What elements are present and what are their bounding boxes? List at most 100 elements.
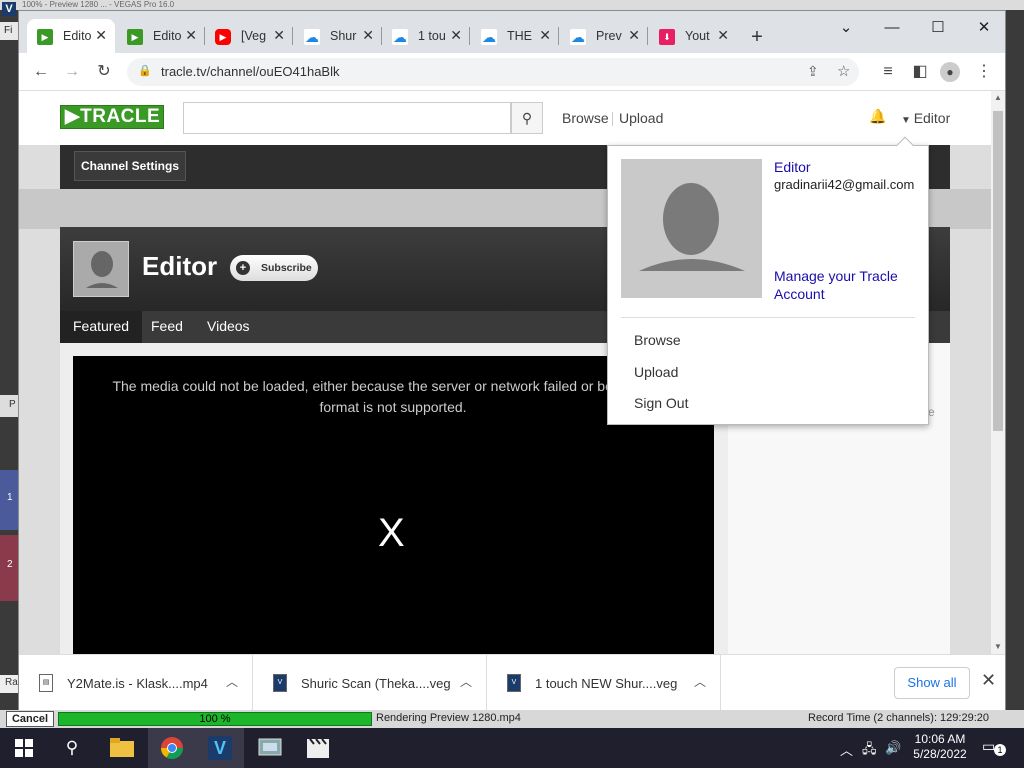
nav-upload-link[interactable]: Upload (619, 110, 663, 126)
sidebar-text-fragment: e (928, 405, 935, 419)
search-icon[interactable]: ⚲ (48, 728, 96, 768)
windows-taskbar: ⚲ V ︿ 🖧 🔊 10:06 AM 5/28/2022 ▭ 1 (0, 728, 1024, 768)
close-tab-icon[interactable]: ✕ (95, 27, 107, 44)
reload-icon[interactable]: ↻ (92, 61, 116, 83)
network-app-icon[interactable] (246, 728, 294, 768)
dropdown-sign-out[interactable]: Sign Out (634, 395, 688, 411)
browser-tab[interactable]: ☁ Prev ✕ (560, 19, 648, 53)
show-all-downloads-button[interactable]: Show all (894, 667, 970, 699)
bookmark-star-icon[interactable]: ☆ (837, 62, 850, 80)
profile-avatar-icon[interactable]: ● (940, 62, 960, 82)
vegas-taskbar-icon[interactable]: V (196, 728, 244, 768)
veg-file-icon: V (273, 674, 287, 692)
clock-date: 5/28/2022 (913, 747, 967, 761)
clapperboard-icon[interactable] (294, 728, 342, 768)
browser-tab[interactable]: ▶ Edito ✕ (27, 19, 115, 53)
network-icon[interactable]: 🖧 (862, 740, 877, 762)
vegas-logo-icon: V (2, 2, 16, 16)
dropdown-upload[interactable]: Upload (634, 364, 678, 380)
channel-avatar (73, 241, 129, 297)
notification-icon[interactable]: ▭ 1 (982, 738, 1006, 758)
scrollbar-thumb[interactable] (993, 111, 1003, 431)
user-dropdown: Editor gradinarii42@gmail.com Manage you… (607, 136, 929, 425)
downloads-bar: ▤ Y2Mate.is - Klask....mp4 ︿ V Shuric Sc… (19, 654, 1005, 712)
download-item[interactable]: V 1 touch NEW Shur....veg ︿ (487, 655, 721, 712)
browser-tab[interactable]: ☁ THE ✕ (471, 19, 559, 53)
start-button[interactable] (0, 728, 48, 768)
browser-tab[interactable]: ▶ [Veg ✕ (205, 19, 293, 53)
download-item[interactable]: ▤ Y2Mate.is - Klask....mp4 ︿ (19, 655, 253, 712)
tab-videos[interactable]: Videos (194, 311, 263, 343)
tab-search-icon[interactable]: ⌄ (823, 15, 869, 41)
close-icon[interactable]: ✕ (981, 670, 996, 691)
url-text: tracle.tv/channel/ouEO41haBlk (161, 64, 340, 79)
dropdown-user-name[interactable]: Editor (774, 159, 811, 175)
tab-title: Shur (330, 29, 357, 43)
subscribe-button[interactable]: + Subscribe (230, 255, 318, 281)
vegas-track-1[interactable]: 1 (0, 470, 18, 530)
nav-browse-link[interactable]: Browse (562, 110, 609, 126)
page-content: ▶TRACLE ⚲ Browse Upload 🔔 ▼ Editor Chann… (19, 91, 991, 654)
bell-icon[interactable]: 🔔 (869, 108, 886, 125)
chrome-icon[interactable] (148, 728, 196, 768)
tracle-logo[interactable]: ▶TRACLE (60, 105, 164, 129)
browser-tab[interactable]: ☁ Shur ✕ (294, 19, 382, 53)
search-input[interactable] (183, 102, 511, 134)
chevron-up-icon[interactable]: ︿ (840, 740, 853, 759)
share-icon[interactable]: ⇪ (807, 63, 819, 80)
minimize-button[interactable]: — (869, 15, 915, 41)
dropdown-user-email: gradinarii42@gmail.com (774, 177, 915, 192)
scroll-up-icon[interactable]: ▲ (994, 93, 1002, 102)
user-menu-toggle[interactable]: ▼ Editor (901, 110, 950, 126)
tab-title: THE (507, 29, 532, 43)
chevron-down-icon: ▼ (901, 115, 914, 126)
download-item[interactable]: V Shuric Scan (Theka....veg ︿ (253, 655, 487, 712)
chevron-up-icon[interactable]: ︿ (694, 673, 706, 690)
download-icon: ⬇ (659, 29, 675, 45)
kebab-menu-icon[interactable]: ⋮ (972, 61, 996, 83)
close-tab-icon[interactable]: ✕ (539, 27, 551, 44)
maximize-button[interactable]: ☐ (915, 15, 961, 41)
browser-tab[interactable]: ▶ Edito ✕ (117, 19, 205, 53)
tab-feed[interactable]: Feed (138, 311, 196, 343)
tab-title: [Veg (241, 29, 267, 43)
vegas-left-panel (0, 0, 18, 712)
back-icon[interactable]: ← (29, 61, 53, 83)
volume-icon[interactable]: 🔊 (885, 740, 901, 756)
channel-settings-button[interactable]: Channel Settings (74, 151, 186, 181)
tab-strip: ▶ Edito ✕ ▶ Edito ✕ ▶ [Veg ✕ ☁ Shur ✕ ☁ … (19, 11, 1005, 53)
cancel-render-button[interactable]: Cancel (6, 711, 54, 727)
close-tab-icon[interactable]: ✕ (362, 27, 374, 44)
manage-account-link[interactable]: Manage your Tracle Account (774, 267, 924, 303)
tab-featured[interactable]: Featured (60, 311, 143, 343)
close-tab-icon[interactable]: ✕ (450, 27, 462, 44)
dropdown-browse[interactable]: Browse (634, 332, 681, 348)
chevron-up-icon[interactable]: ︿ (226, 673, 238, 690)
browser-tab[interactable]: ⬇ Yout ✕ (649, 19, 737, 53)
vegas-file-menu[interactable]: Fi (0, 22, 18, 40)
clock-time: 10:06 AM (914, 732, 966, 746)
lock-icon: 🔒 (138, 65, 152, 77)
record-time-text: Record Time (2 channels): 129:29:20 (808, 712, 989, 724)
system-clock[interactable]: 10:06 AM 5/28/2022 (906, 732, 974, 762)
new-tab-button[interactable]: + (744, 25, 770, 51)
vegas-title-bar: 100% - Preview 1280 ... - VEGAS Pro 16.0 (0, 0, 1024, 10)
side-panel-icon[interactable]: ◧ (908, 61, 932, 83)
close-tab-icon[interactable]: ✕ (717, 27, 729, 44)
forward-icon[interactable]: → (60, 61, 84, 83)
file-explorer-icon[interactable] (98, 728, 146, 768)
browser-toolbar: ← → ↻ 🔒 tracle.tv/channel/ouEO41haBlk ⇪ … (19, 53, 1005, 91)
close-window-button[interactable]: ✕ (961, 15, 1007, 41)
chevron-up-icon[interactable]: ︿ (460, 673, 472, 690)
media-control-icon[interactable]: ≡ (876, 61, 900, 83)
close-tab-icon[interactable]: ✕ (628, 27, 640, 44)
close-tab-icon[interactable]: ✕ (273, 27, 285, 44)
vegas-track-2[interactable]: 2 (0, 535, 18, 601)
browser-tab[interactable]: ☁ 1 tou ✕ (382, 19, 470, 53)
search-icon[interactable]: ⚲ (511, 102, 543, 134)
close-tab-icon[interactable]: ✕ (185, 27, 197, 44)
scroll-down-icon[interactable]: ▼ (994, 642, 1002, 651)
download-filename: 1 touch NEW Shur....veg (535, 676, 678, 691)
tab-title: Edito (63, 29, 92, 43)
address-bar[interactable]: 🔒 tracle.tv/channel/ouEO41haBlk ⇪ ☆ (127, 58, 859, 86)
